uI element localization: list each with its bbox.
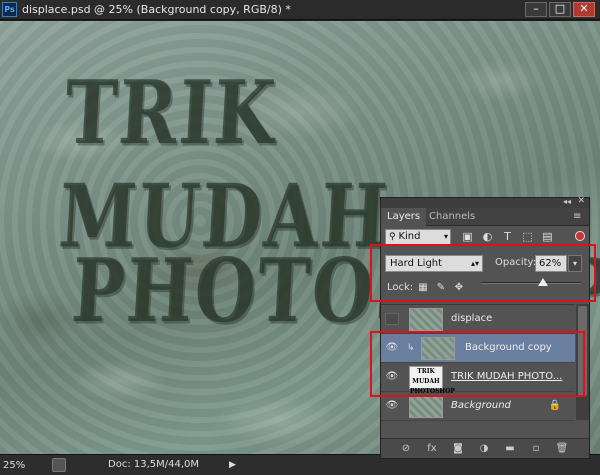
smart-object-filter-icon[interactable]: ▤ [541,230,554,243]
document-profile-icon[interactable] [52,458,66,472]
maximize-button[interactable]: □ [549,2,571,17]
visibility-toggle-icon[interactable] [385,313,399,325]
panel-header: ◂◂ ✕ [381,196,589,208]
layer-style-icon[interactable]: fx [425,443,439,455]
adjustment-filter-icon[interactable]: ◐ [481,230,494,243]
filter-kind-select[interactable]: ⚲ Kind ▾ [385,229,451,245]
highlight-box-layers [370,331,585,397]
layer-filter-row: ⚲ Kind ▾ ▣ ◐ T ⬚ ▤ [385,229,585,245]
eye-icon[interactable]: 👁 [385,400,399,412]
document-size-info: Doc: 13,5M/44,0M [108,459,200,470]
layer-row-displace[interactable]: displace [381,305,575,334]
type-filter-icon[interactable]: T [501,230,514,243]
new-group-icon[interactable]: ▬ [503,443,517,455]
highlight-box-blend-opacity [370,244,596,302]
panel-menu-icon[interactable]: ≡ [573,211,585,223]
minimize-button[interactable]: – [525,2,547,17]
document-title: displace.psd @ 25% (Background copy, RGB… [22,3,291,16]
add-mask-icon[interactable]: ◙ [451,443,465,455]
adjustment-layer-icon[interactable]: ◑ [477,443,491,455]
layer-name: displace [451,313,493,324]
status-menu-arrow-icon[interactable]: ▶ [229,459,239,471]
photoshop-logo-icon: Ps [2,2,17,17]
lock-icon: 🔒 [548,400,561,411]
tab-channels[interactable]: Channels [423,208,481,226]
layer-thumbnail [409,308,443,331]
shape-filter-icon[interactable]: ⬚ [521,230,534,243]
trash-icon[interactable]: 🗑 [555,443,569,455]
collapse-panel-icon[interactable]: ◂◂ [563,197,571,206]
layer-name: Background [451,400,511,411]
layers-panel: ◂◂ ✕ Layers Channels ≡ ⚲ Kind ▾ ▣ ◐ T ⬚ … [380,196,590,459]
layer-thumbnail [409,395,443,418]
filter-kind-label: Kind [398,231,421,242]
panel-tabs: Layers Channels ≡ [381,208,589,226]
new-layer-icon[interactable]: ▫ [529,443,543,455]
tab-layers[interactable]: Layers [381,208,427,226]
title-bar: Ps displace.psd @ 25% (Background copy, … [0,0,600,20]
image-filter-icon[interactable]: ▣ [461,230,474,243]
chevron-down-icon: ▾ [443,232,448,241]
link-layers-icon[interactable]: ⊘ [399,443,413,455]
close-panel-icon[interactable]: ✕ [577,196,585,206]
close-button[interactable]: ✕ [573,2,595,17]
filter-toggle-icon[interactable] [575,231,585,241]
layers-bottom-toolbar: ⊘ fx ◙ ◑ ▬ ▫ 🗑 [381,438,589,458]
zoom-level-field[interactable]: 25% [3,458,47,473]
